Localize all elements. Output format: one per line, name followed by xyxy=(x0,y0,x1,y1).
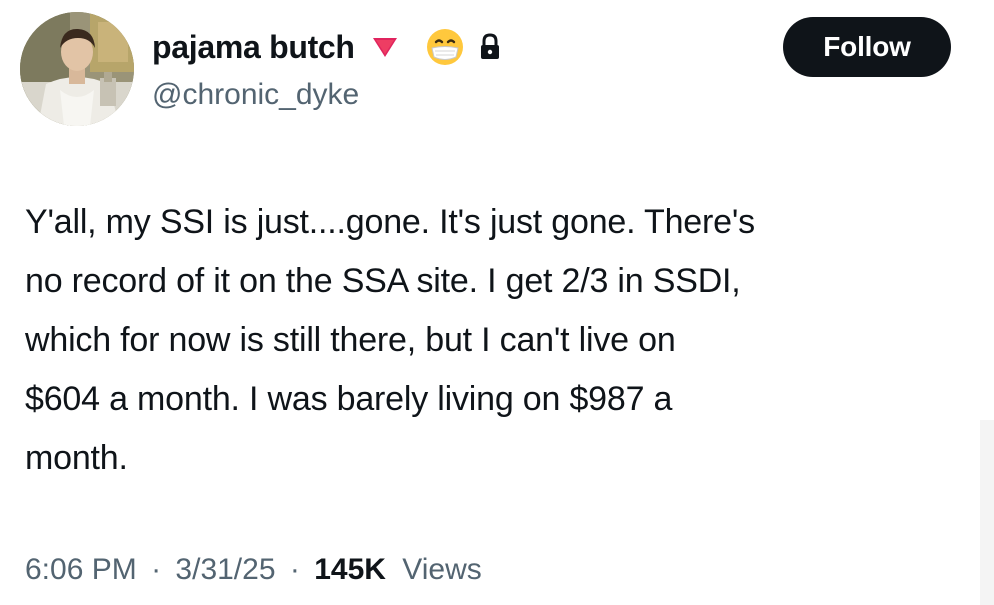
mask-face-emoji-icon xyxy=(425,27,465,67)
views-label: Views xyxy=(402,553,482,586)
edge-divider xyxy=(980,420,994,605)
tweet-text: Y'all, my SSI is just....gone. It's just… xyxy=(25,193,970,488)
meta-separator: · xyxy=(289,553,300,586)
avatar[interactable] xyxy=(20,12,134,126)
views-count: 145K xyxy=(314,553,386,586)
author-name-row: pajama butch xyxy=(152,22,501,72)
tweet-text-line: $604 a month. I was barely living on $98… xyxy=(25,380,673,418)
lock-icon xyxy=(479,33,501,61)
tweet-date[interactable]: 3/31/25 xyxy=(175,553,275,586)
follow-button[interactable]: Follow xyxy=(783,17,951,77)
tweet-text-line: Y'all, my SSI is just....gone. It's just… xyxy=(25,203,755,241)
tweet-text-line: month. xyxy=(25,439,128,477)
meta-separator: · xyxy=(151,553,162,586)
tweet-card: pajama butch @chronic_dyke Follow Y'all,… xyxy=(0,0,994,605)
avatar-image xyxy=(20,12,134,126)
tweet-text-line: no record of it on the SSA site. I get 2… xyxy=(25,262,741,300)
author-handle[interactable]: @chronic_dyke xyxy=(152,78,359,112)
red-triangle-down-icon xyxy=(371,35,399,59)
tweet-meta: 6:06 PM · 3/31/25 · 145K Views xyxy=(25,553,482,587)
tweet-text-line: which for now is still there, but I can'… xyxy=(25,321,676,359)
tweet-time[interactable]: 6:06 PM xyxy=(25,553,137,586)
author-display-name[interactable]: pajama butch xyxy=(152,29,355,66)
